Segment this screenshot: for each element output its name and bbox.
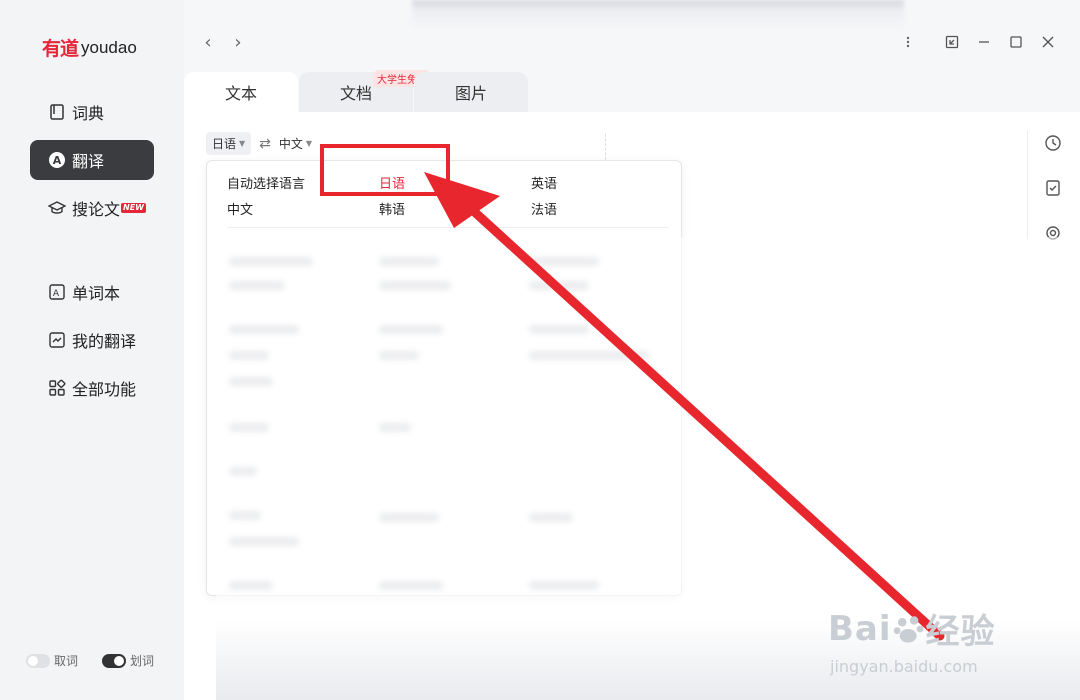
sidebar-item-search-papers[interactable]: 搜论文 NEW <box>30 188 154 228</box>
panel-divider <box>605 134 606 160</box>
tab-image[interactable]: 图片 <box>414 72 528 112</box>
blurred-header-area <box>412 0 904 50</box>
tab-label: 图片 <box>454 84 487 103</box>
sidebar-item-all-features[interactable]: 全部功能 <box>30 368 154 408</box>
logo-cn: 有道 <box>42 38 79 60</box>
forward-icon[interactable]: › <box>228 32 248 53</box>
graduation-cap-icon <box>48 199 66 217</box>
maximize-icon[interactable] <box>1006 32 1026 52</box>
toggle-switch[interactable] <box>26 653 50 668</box>
sidebar-item-label: 翻译 <box>72 152 105 171</box>
watermark-brand-cn: 经验 <box>925 612 996 652</box>
sidebar-item-label: 全部功能 <box>72 380 137 399</box>
sidebar-item-label: 搜论文 <box>72 200 121 219</box>
sidebar: 有道 youdao 词典 A 翻译 搜论文 NEW A 单词本 我的翻译 全部功… <box>0 0 184 700</box>
option-auto-detect[interactable]: 自动选择语言 <box>227 173 305 192</box>
toggle-label: 划词 <box>130 654 155 668</box>
checklist-icon[interactable] <box>1044 179 1062 197</box>
chevron-down-icon: ▼ <box>239 139 246 148</box>
select-word-toggle[interactable]: 划词 <box>102 652 154 669</box>
language-bar: 日语 ▼ ⇄ 中文 ▼ <box>206 132 312 155</box>
swap-languages-icon[interactable]: ⇄ <box>259 136 271 152</box>
baidu-jingyan-watermark: Bai 经验 jingyan.baidu.com <box>828 604 996 677</box>
toggle-label: 取词 <box>54 654 79 668</box>
sidebar-item-wordbook[interactable]: A 单词本 <box>30 272 154 312</box>
svg-text:A: A <box>53 154 62 167</box>
target-language-select[interactable]: 中文 ▼ <box>279 135 312 152</box>
logo-en: youdao <box>81 37 137 57</box>
option-korean[interactable]: 韩语 <box>379 199 405 218</box>
highlight-box <box>320 144 450 196</box>
option-chinese[interactable]: 中文 <box>227 199 253 218</box>
watermark-brand: Bai <box>828 608 892 649</box>
tab-label: 文档 <box>339 84 372 103</box>
youdao-logo: 有道 youdao <box>42 34 137 61</box>
wordbook-icon: A <box>48 283 66 301</box>
sidebar-item-dictionary[interactable]: 词典 <box>30 92 154 132</box>
book-icon <box>48 103 66 121</box>
option-english[interactable]: 英语 <box>531 173 557 192</box>
tab-text[interactable]: 文本 <box>184 72 298 112</box>
paw-icon <box>893 615 923 643</box>
option-french[interactable]: 法语 <box>531 199 557 218</box>
svg-text:A: A <box>53 289 60 299</box>
pick-word-toggle[interactable]: 取词 <box>26 652 78 669</box>
translate-icon: A <box>48 151 66 169</box>
title-bar: ‹ › <box>184 0 1080 72</box>
tab-document[interactable]: 文档 大学生免费 <box>299 70 431 112</box>
my-translation-icon <box>48 331 66 349</box>
source-language-label: 日语 <box>212 137 237 151</box>
back-icon[interactable]: ‹ <box>198 32 218 53</box>
more-icon[interactable] <box>898 32 918 52</box>
close-icon[interactable] <box>1038 32 1058 52</box>
sidebar-item-label: 我的翻译 <box>72 332 137 351</box>
new-badge: NEW <box>121 203 146 213</box>
chevron-down-icon: ▼ <box>305 139 313 148</box>
sidebar-item-my-translation[interactable]: 我的翻译 <box>30 320 154 360</box>
watermark-url: jingyan.baidu.com <box>830 657 978 676</box>
grid-icon <box>48 379 66 397</box>
toggle-switch[interactable] <box>102 653 126 668</box>
sidebar-item-label: 词典 <box>72 104 105 123</box>
history-icon[interactable] <box>1044 134 1062 152</box>
target-language-label: 中文 <box>278 137 303 151</box>
dropdown-separator <box>227 227 669 228</box>
minimize-icon[interactable] <box>974 32 994 52</box>
tab-label: 文本 <box>224 84 257 103</box>
toolbar-divider <box>1027 130 1028 240</box>
sidebar-item-translate[interactable]: A 翻译 <box>30 140 154 180</box>
sidebar-item-label: 单词本 <box>72 284 121 303</box>
source-language-select[interactable]: 日语 ▼ <box>206 132 252 155</box>
mini-window-icon[interactable] <box>942 32 962 52</box>
